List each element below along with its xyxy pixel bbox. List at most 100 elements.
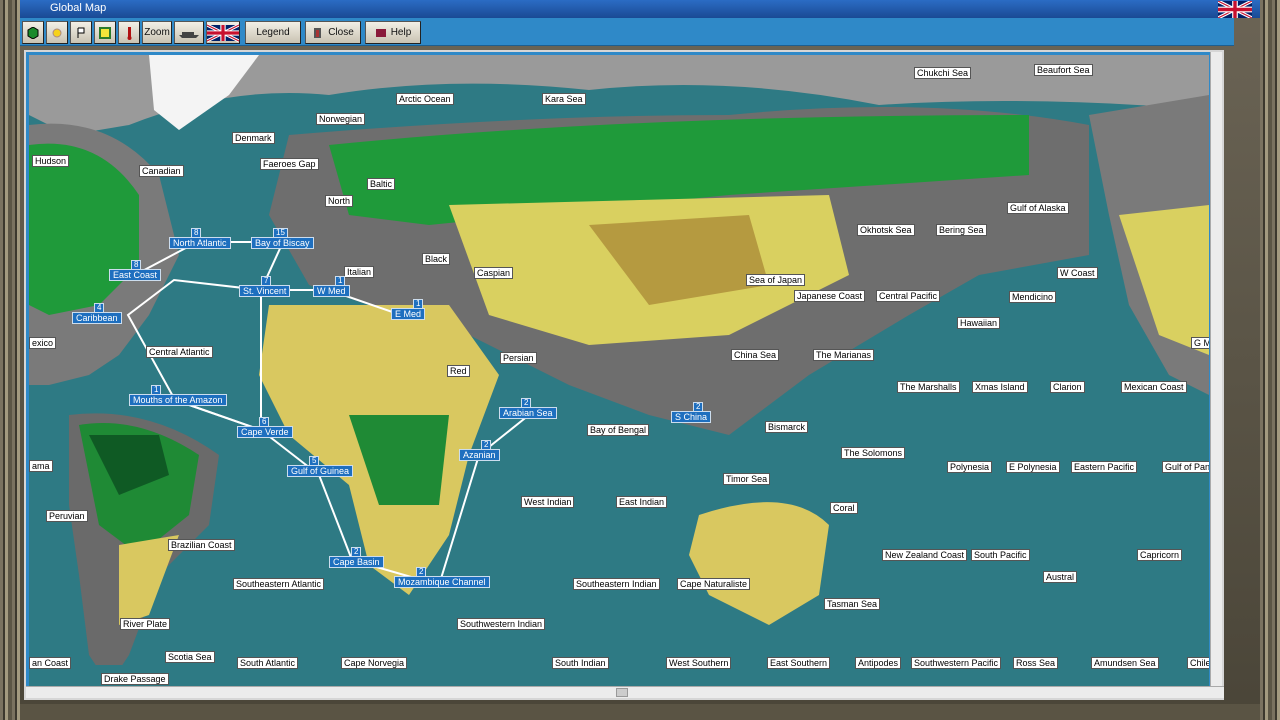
route-node-label[interactable]: Mozambique Channel bbox=[394, 576, 490, 588]
region-label[interactable]: Central Pacific bbox=[876, 290, 941, 302]
route-node-label[interactable]: Mouths of the Amazon bbox=[129, 394, 227, 406]
region-label[interactable]: Timor Sea bbox=[723, 473, 771, 485]
region-label[interactable]: Denmark bbox=[232, 132, 275, 144]
route-node-label[interactable]: Gulf of Guinea bbox=[287, 465, 354, 477]
region-label[interactable]: Chile bbox=[1187, 657, 1209, 669]
region-label[interactable]: West Indian bbox=[521, 496, 575, 508]
region-label[interactable]: Arctic Ocean bbox=[396, 93, 454, 105]
route-node-label[interactable]: Azanian bbox=[459, 449, 500, 461]
region-label[interactable]: Hudson bbox=[32, 155, 70, 167]
region-label[interactable]: Beaufort Sea bbox=[1034, 64, 1093, 76]
region-label[interactable]: Black bbox=[422, 253, 451, 265]
region-label[interactable]: The Marshalls bbox=[897, 381, 960, 393]
region-label[interactable]: Bering Sea bbox=[936, 224, 987, 236]
zoom-button[interactable]: Zoom bbox=[142, 21, 172, 44]
region-label[interactable]: Gulf of Pan bbox=[1162, 461, 1209, 473]
region-label[interactable]: Polynesia bbox=[947, 461, 993, 473]
region-label[interactable]: Drake Passage bbox=[101, 673, 169, 685]
region-label[interactable]: Mendicino bbox=[1009, 291, 1057, 303]
region-label[interactable]: Caspian bbox=[474, 267, 514, 279]
route-node-label[interactable]: Caribbean bbox=[72, 312, 122, 324]
region-label[interactable]: North bbox=[325, 195, 354, 207]
region-label[interactable]: Bay of Bengal bbox=[587, 424, 650, 436]
region-label[interactable]: Gulf of Alaska bbox=[1007, 202, 1069, 214]
region-label[interactable]: Cape Norvegia bbox=[341, 657, 408, 669]
region-label[interactable]: Italian bbox=[344, 266, 375, 278]
region-label[interactable]: Eastern Pacific bbox=[1071, 461, 1138, 473]
region-label[interactable]: exico bbox=[29, 337, 57, 349]
route-node-label[interactable]: Bay of Biscay bbox=[251, 237, 314, 249]
region-label[interactable]: Bismarck bbox=[765, 421, 809, 433]
language-button[interactable] bbox=[206, 21, 240, 44]
region-label[interactable]: Tasman Sea bbox=[824, 598, 881, 610]
region-label[interactable]: West Southern bbox=[666, 657, 732, 669]
region-label[interactable]: W Coast bbox=[1057, 267, 1098, 279]
region-label[interactable]: Canadian bbox=[139, 165, 184, 177]
region-label[interactable]: Central Atlantic bbox=[146, 346, 213, 358]
hex-green-button[interactable] bbox=[22, 21, 44, 44]
region-label[interactable]: East Indian bbox=[616, 496, 668, 508]
region-label[interactable]: Sea of Japan bbox=[746, 274, 806, 286]
close-button[interactable]: Close bbox=[305, 21, 361, 44]
sun-button[interactable] bbox=[46, 21, 68, 44]
region-label[interactable]: Southwestern Pacific bbox=[911, 657, 1002, 669]
region-label[interactable]: an Coast bbox=[29, 657, 72, 669]
ship-button[interactable] bbox=[174, 21, 204, 44]
region-label[interactable]: Persian bbox=[500, 352, 537, 364]
region-label[interactable]: Faeroes Gap bbox=[260, 158, 319, 170]
thermometer-button[interactable] bbox=[118, 21, 140, 44]
region-label[interactable]: Baltic bbox=[367, 178, 396, 190]
region-label[interactable]: Southwestern Indian bbox=[457, 618, 546, 630]
region-label[interactable]: Xmas Island bbox=[972, 381, 1028, 393]
route-node-label[interactable]: Cape Verde bbox=[237, 426, 293, 438]
flag-marker-button[interactable] bbox=[70, 21, 92, 44]
region-label[interactable]: G M bbox=[1191, 337, 1209, 349]
route-node-label[interactable]: W Med bbox=[313, 285, 350, 297]
region-label[interactable]: China Sea bbox=[731, 349, 780, 361]
region-label[interactable]: South Pacific bbox=[971, 549, 1030, 561]
region-label[interactable]: Ross Sea bbox=[1013, 657, 1059, 669]
route-node-label[interactable]: E Med bbox=[391, 308, 426, 320]
region-label[interactable]: Coral bbox=[830, 502, 858, 514]
route-node-label[interactable]: Cape Basin bbox=[329, 556, 384, 568]
region-label[interactable]: Japanese Coast bbox=[794, 290, 866, 302]
route-node-label[interactable]: North Atlantic bbox=[169, 237, 231, 249]
legend-button[interactable]: Legend bbox=[245, 21, 301, 44]
region-label[interactable]: Capricorn bbox=[1137, 549, 1183, 561]
help-button[interactable]: Help bbox=[365, 21, 421, 44]
scroll-thumb[interactable] bbox=[616, 688, 628, 697]
region-label[interactable]: Mexican Coast bbox=[1121, 381, 1187, 393]
region-label[interactable]: The Marianas bbox=[813, 349, 875, 361]
region-label[interactable]: Clarion bbox=[1050, 381, 1085, 393]
route-node-label[interactable]: East Coast bbox=[109, 269, 162, 281]
region-label[interactable]: Austral bbox=[1043, 571, 1078, 583]
route-node-label[interactable]: S China bbox=[671, 411, 712, 423]
region-label[interactable]: South Indian bbox=[552, 657, 609, 669]
region-label[interactable]: Peruvian bbox=[46, 510, 88, 522]
region-label[interactable]: ama bbox=[29, 460, 53, 472]
region-label[interactable]: Hawaiian bbox=[957, 317, 1001, 329]
region-label[interactable]: River Plate bbox=[120, 618, 171, 630]
region-label[interactable]: South Atlantic bbox=[237, 657, 299, 669]
report-button[interactable] bbox=[94, 21, 116, 44]
region-label[interactable]: E Polynesia bbox=[1006, 461, 1060, 473]
region-label[interactable]: Red bbox=[447, 365, 470, 377]
region-label[interactable]: Southeastern Atlantic bbox=[233, 578, 325, 590]
world-map[interactable]: Chukchi Sea Beaufort Sea Kara Sea Arctic Oc… bbox=[29, 55, 1209, 687]
region-label[interactable]: New Zealand Coast bbox=[882, 549, 968, 561]
route-node-label[interactable]: St. Vincent bbox=[239, 285, 291, 297]
vertical-scrollbar[interactable] bbox=[1210, 52, 1222, 688]
region-label[interactable]: Brazilian Coast bbox=[168, 539, 235, 551]
region-label[interactable]: Norwegian bbox=[316, 113, 366, 125]
region-label[interactable]: Okhotsk Sea bbox=[857, 224, 915, 236]
route-node-label[interactable]: Arabian Sea bbox=[499, 407, 557, 419]
region-label[interactable]: Antipodes bbox=[855, 657, 902, 669]
region-label[interactable]: Scotia Sea bbox=[165, 651, 215, 663]
region-label[interactable]: East Southern bbox=[767, 657, 831, 669]
region-label[interactable]: Southeastern Indian bbox=[573, 578, 660, 590]
region-label[interactable]: Amundsen Sea bbox=[1091, 657, 1159, 669]
region-label[interactable]: Cape Naturaliste bbox=[677, 578, 751, 590]
region-label[interactable]: Chukchi Sea bbox=[914, 67, 972, 79]
region-label[interactable]: The Solomons bbox=[841, 447, 906, 459]
region-label[interactable]: Kara Sea bbox=[542, 93, 586, 105]
